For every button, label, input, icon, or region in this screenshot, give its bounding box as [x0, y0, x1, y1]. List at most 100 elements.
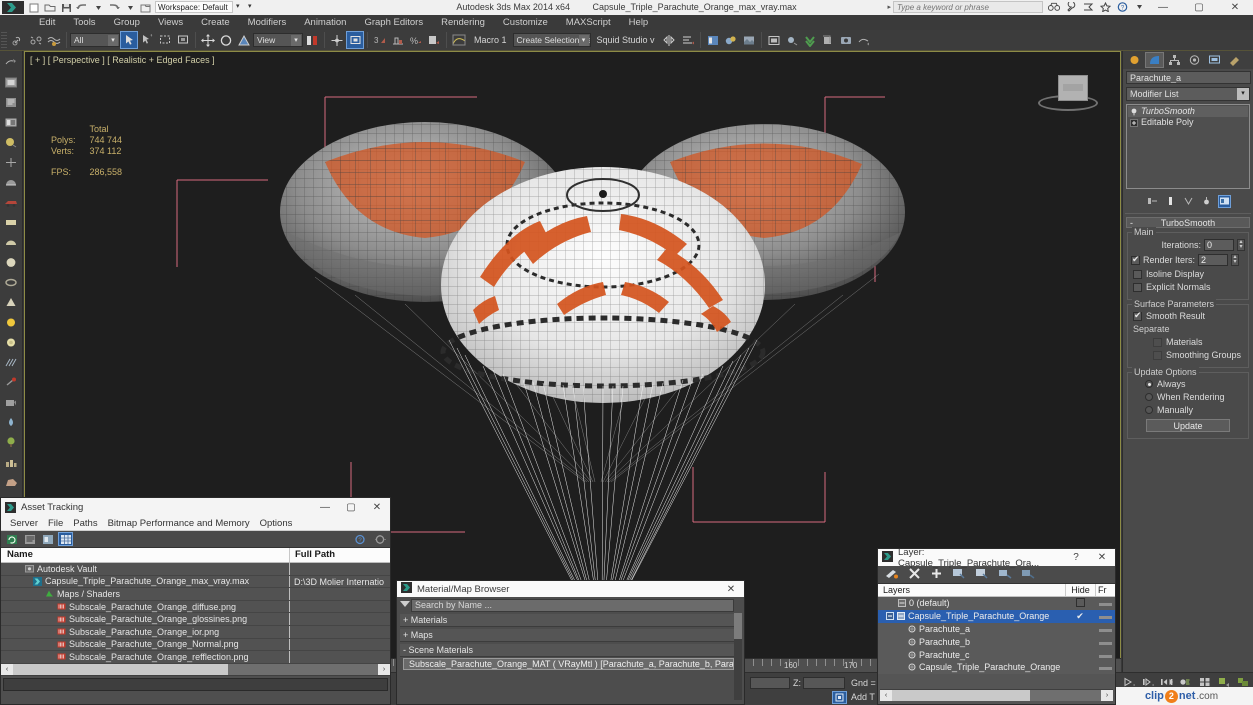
rock-icon[interactable]: [1, 473, 22, 492]
target-light-icon[interactable]: [1, 333, 22, 352]
object-name-row[interactable]: [1126, 71, 1251, 84]
maps-group-header[interactable]: + Maps: [400, 629, 734, 642]
material-search-input[interactable]: Search by Name ...: [411, 599, 734, 612]
table-row[interactable]: Subscale_Parachute_Orange_refflection.pn…: [1, 651, 390, 664]
materials-group-header[interactable]: + Materials: [400, 614, 734, 627]
asset-tracking-menu[interactable]: Server File Paths Bitmap Performance and…: [1, 516, 390, 531]
max-logo-button[interactable]: [2, 1, 24, 14]
render-shortcut-icon[interactable]: [855, 31, 873, 49]
align-icon[interactable]: [389, 31, 407, 49]
render-production-icon[interactable]: [783, 31, 801, 49]
pin-icon[interactable]: [1, 373, 22, 392]
angle-snap-toggle-icon[interactable]: [346, 31, 364, 49]
layer-scroll-left-icon[interactable]: ‹: [880, 689, 892, 701]
auto-key-icon[interactable]: [832, 691, 847, 704]
list-item[interactable]: 0 (default): [878, 597, 1115, 610]
pin-stack-icon[interactable]: [1146, 195, 1159, 208]
view-cube-face[interactable]: [1058, 75, 1088, 101]
render-iters-input[interactable]: 2: [1198, 254, 1229, 266]
scatter-icon[interactable]: [1, 353, 22, 372]
remove-modifier-icon[interactable]: [1200, 195, 1213, 208]
snap-toggle-icon[interactable]: [328, 31, 346, 49]
helper-icon[interactable]: [1, 153, 22, 172]
smooth-result-checkbox[interactable]: [1133, 310, 1142, 321]
manually-radio[interactable]: [1145, 406, 1153, 414]
box-icon[interactable]: [1, 213, 22, 232]
filter-triangle-icon[interactable]: [400, 601, 410, 607]
table-row[interactable]: Maps / Shaders: [1, 588, 390, 601]
modifier-list-combo[interactable]: Modifier List ▾: [1126, 87, 1250, 101]
workspace-selector[interactable]: Workspace: Default: [155, 1, 233, 13]
materials-row[interactable]: Materials: [1153, 337, 1245, 347]
tab-motion[interactable]: [1185, 52, 1204, 68]
workspace-chevron-down-icon[interactable]: ▾: [236, 2, 240, 10]
render-setup-icon[interactable]: [740, 31, 758, 49]
scroll-track[interactable]: [13, 664, 378, 676]
dome-icon[interactable]: [1, 233, 22, 252]
binoculars-icon[interactable]: [1048, 1, 1060, 12]
asset-tracking-help-group[interactable]: ?: [352, 532, 387, 546]
light-bulb-icon[interactable]: [1, 313, 22, 332]
main-toolbar[interactable]: All ▾ ꜛ View ▾ 3 % Macro 1 Create Select…: [0, 30, 1253, 51]
viewport-label[interactable]: [ + ] [ Perspective ] [ Realistic + Edge…: [30, 55, 215, 65]
table-row[interactable]: Capsule_Triple_Parachute_Orange_max_vray…: [1, 575, 390, 589]
project-folder-icon[interactable]: [140, 2, 152, 13]
object-name-input[interactable]: [1126, 71, 1251, 84]
list-item[interactable]: Capsule_Triple_Parachute_Orange: [878, 661, 1115, 674]
scroll-left-icon[interactable]: ‹: [1, 664, 13, 676]
at-menu-options[interactable]: Options: [255, 518, 298, 529]
window-controls[interactable]: — ▢ ✕: [1145, 0, 1253, 15]
asset-tracking-title-bar[interactable]: Asset Tracking — ▢ ✕: [1, 498, 390, 516]
menu-item-maxscript[interactable]: MAXScript: [557, 15, 620, 30]
at-menu-file[interactable]: File: [43, 518, 68, 529]
thumbnail-view-icon[interactable]: [40, 532, 55, 546]
command-panel-tabs[interactable]: [1123, 51, 1253, 69]
tree-icon[interactable]: [1, 433, 22, 452]
when-rendering-radio[interactable]: [1145, 393, 1153, 401]
undo-dropdown-icon[interactable]: [92, 2, 104, 13]
star-icon[interactable]: [1099, 1, 1111, 12]
modifier-stack[interactable]: TurboSmooth Editable Poly: [1126, 104, 1250, 189]
close-button[interactable]: ✕: [1217, 0, 1253, 15]
bitmap-icon[interactable]: [1, 113, 22, 132]
show-end-result-icon[interactable]: [1164, 195, 1177, 208]
tab-utilities[interactable]: [1225, 52, 1244, 68]
asset-tracking-maximize-button[interactable]: ▢: [338, 498, 364, 516]
scene-explorer-icon[interactable]: [704, 31, 722, 49]
layer-horizontal-scrollbar[interactable]: ‹ ›: [880, 689, 1113, 701]
mirror-icon[interactable]: 3: [371, 31, 389, 49]
selection-filter-combo[interactable]: All ▾: [70, 33, 120, 47]
iterations-input[interactable]: 0: [1204, 239, 1234, 251]
isoline-display-checkbox[interactable]: [1133, 269, 1142, 279]
layer-scroll-track[interactable]: [892, 689, 1101, 701]
water-icon[interactable]: [1, 413, 22, 432]
always-row[interactable]: Always: [1145, 379, 1245, 389]
menu-item-group[interactable]: Group: [105, 15, 149, 30]
undo-icon[interactable]: [76, 2, 88, 13]
layer-freeze-toggle-2[interactable]: [1095, 624, 1115, 634]
camera-icon[interactable]: [1, 393, 22, 412]
add-to-layer-icon[interactable]: [930, 567, 943, 583]
rectangular-selection-region-icon[interactable]: [156, 31, 174, 49]
menu-item-graph-editors[interactable]: Graph Editors: [355, 15, 432, 30]
render-frame-window-icon[interactable]: [765, 31, 783, 49]
menu-item-rendering[interactable]: Rendering: [432, 15, 494, 30]
refresh-icon[interactable]: [4, 532, 19, 546]
search-input[interactable]: [893, 1, 1043, 13]
list-item[interactable]: Parachute_b: [878, 635, 1115, 648]
materials-checkbox[interactable]: [1153, 337, 1162, 347]
curve-editor-icon[interactable]: [450, 31, 468, 49]
command-panel[interactable]: Modifier List ▾ TurboSmooth Editable Pol…: [1122, 51, 1253, 681]
minimize-button[interactable]: —: [1145, 0, 1181, 15]
list-item[interactable]: Capsule_Triple_Parachute_Orange ✔: [878, 609, 1115, 623]
asset-settings-icon[interactable]: [372, 532, 387, 546]
active-shade-icon[interactable]: [819, 31, 837, 49]
hide-unhide-layer-icon[interactable]: [1021, 567, 1035, 583]
render-iters-spinner[interactable]: ▴ ▾: [1231, 254, 1240, 266]
add-time-tag-label[interactable]: Add T: [851, 692, 875, 702]
select-link-icon[interactable]: [9, 31, 27, 49]
scroll-right-icon[interactable]: ›: [378, 664, 390, 676]
help-dropdown-icon[interactable]: [1133, 1, 1145, 12]
asset-tracking-horizontal-scrollbar[interactable]: ‹ ›: [1, 663, 390, 676]
city-icon[interactable]: [1, 453, 22, 472]
